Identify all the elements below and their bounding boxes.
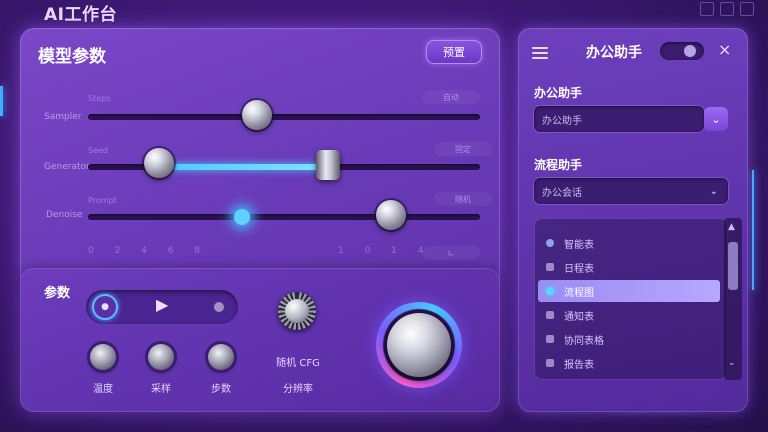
scroll-down-icon[interactable]: ⌄ (728, 358, 736, 368)
slider1-mode[interactable]: 自动 (422, 90, 480, 104)
slider1-label: Sampler (44, 112, 82, 122)
scroll-thumb[interactable] (728, 242, 738, 290)
doc-icon (546, 335, 554, 343)
slider3-track[interactable] (88, 214, 480, 220)
slider1-track[interactable] (88, 114, 480, 120)
minimize-icon[interactable] (700, 2, 714, 16)
slider2-mode[interactable]: 固定 (434, 142, 492, 156)
slider1-sub: Steps (88, 94, 111, 103)
stop-icon[interactable] (214, 302, 224, 312)
steps-knob[interactable] (208, 344, 234, 370)
list-item-label: 流程图 (564, 287, 594, 299)
cfg-knob[interactable] (278, 292, 316, 330)
list-item-label: 智能表 (564, 239, 594, 251)
panel-title: 模型参数 (38, 47, 106, 67)
resolution-label: 分辨率 (283, 384, 313, 395)
slider3-label: Denoise (46, 210, 83, 220)
bullet-icon (546, 239, 554, 247)
transport-bar: ● ▶ (86, 290, 238, 324)
master-knob-cap (387, 313, 451, 377)
field1-label: 办公助手 (534, 86, 583, 100)
active-dot-icon (546, 287, 554, 295)
slider3-glow-handle[interactable] (234, 209, 250, 225)
slider2-sub: Seed (88, 146, 108, 155)
slider3-sub: Prompt (88, 196, 117, 205)
left-edge-glow (0, 86, 3, 116)
list-item[interactable]: 协同表格 (538, 328, 720, 350)
params-panel: 参数 ● ▶ 温度 采样 步数 随机 CFG 分辨率 (20, 268, 500, 412)
slider2-fill (158, 164, 328, 170)
list-item-label: 协同表格 (564, 335, 604, 347)
slider2-label: Generator (44, 162, 90, 172)
tick-row-right: 1 0 1 4 (338, 246, 433, 256)
close-window-icon[interactable] (740, 2, 754, 16)
list-item[interactable]: 报告表 (538, 352, 720, 374)
list-item-label: 通知表 (564, 311, 594, 323)
slider1-knob[interactable] (242, 100, 272, 130)
chevron-down-icon: ⌄ (709, 185, 718, 197)
list-item-label: 报告表 (564, 359, 594, 371)
slider2-knob-end[interactable] (316, 150, 340, 180)
assistant-dropdown-button[interactable]: ⌄ (704, 107, 728, 131)
side-title: 办公助手 (586, 45, 642, 61)
chevron-down-icon: ⌄ (711, 112, 721, 126)
right-edge-glow (752, 170, 754, 290)
steps-label: 步数 (211, 384, 231, 395)
office-assistant-panel: 办公助手 × 办公助手 办公助手 ⌄ 流程助手 办公会话 ⌄ 智能表 日程表 流… (518, 28, 748, 412)
assistant-select[interactable]: 办公助手 (534, 106, 704, 132)
toggle-thumb (684, 45, 696, 57)
doc-icon (546, 311, 554, 319)
close-icon[interactable]: × (718, 40, 731, 59)
slider2-knob-start[interactable] (144, 148, 174, 178)
workflow-select[interactable]: 办公会话 ⌄ (534, 178, 728, 204)
list-item[interactable]: 通知表 (538, 304, 720, 326)
record-icon: ● (101, 302, 109, 312)
scroll-up-icon[interactable]: ▲ (728, 222, 735, 232)
temperature-label: 温度 (93, 384, 113, 395)
menu-icon[interactable] (532, 44, 548, 62)
sampling-label: 采样 (151, 384, 171, 395)
list-item[interactable]: 日程表 (538, 256, 720, 278)
field2-label: 流程助手 (534, 158, 583, 172)
end-button[interactable]: ∟ (422, 246, 480, 260)
params-title: 参数 (44, 286, 71, 301)
doc-icon (546, 263, 554, 271)
tick-row-left: 0 2 4 6 8 (88, 246, 210, 256)
temperature-knob[interactable] (90, 344, 116, 370)
doc-icon (546, 359, 554, 367)
cfg-label: 随机 CFG (276, 358, 320, 369)
record-button[interactable]: ● (92, 294, 118, 320)
preset-button[interactable]: 预置 (426, 40, 482, 64)
assistant-toggle[interactable] (660, 42, 704, 60)
master-knob[interactable] (376, 302, 462, 388)
list-item-label: 日程表 (564, 263, 594, 275)
document-list: 智能表 日程表 流程图 通知表 协同表格 报告表 ▲ ⌄ (534, 218, 742, 380)
sampling-knob[interactable] (148, 344, 174, 370)
list-item[interactable]: 智能表 (538, 232, 720, 254)
app-title: AI工作台 (44, 5, 117, 25)
list-item-selected[interactable]: 流程图 (538, 280, 720, 302)
window-controls[interactable] (700, 2, 754, 16)
cfg-knob-cap (285, 299, 309, 323)
maximize-icon[interactable] (720, 2, 734, 16)
slider3-knob[interactable] (376, 200, 406, 230)
list-scrollbar[interactable]: ▲ ⌄ (724, 218, 742, 380)
assistant-select-value: 办公助手 (542, 115, 582, 127)
workflow-select-value: 办公会话 (542, 187, 582, 199)
play-icon[interactable]: ▶ (156, 295, 168, 314)
slider3-mode[interactable]: 随机 (434, 192, 492, 206)
